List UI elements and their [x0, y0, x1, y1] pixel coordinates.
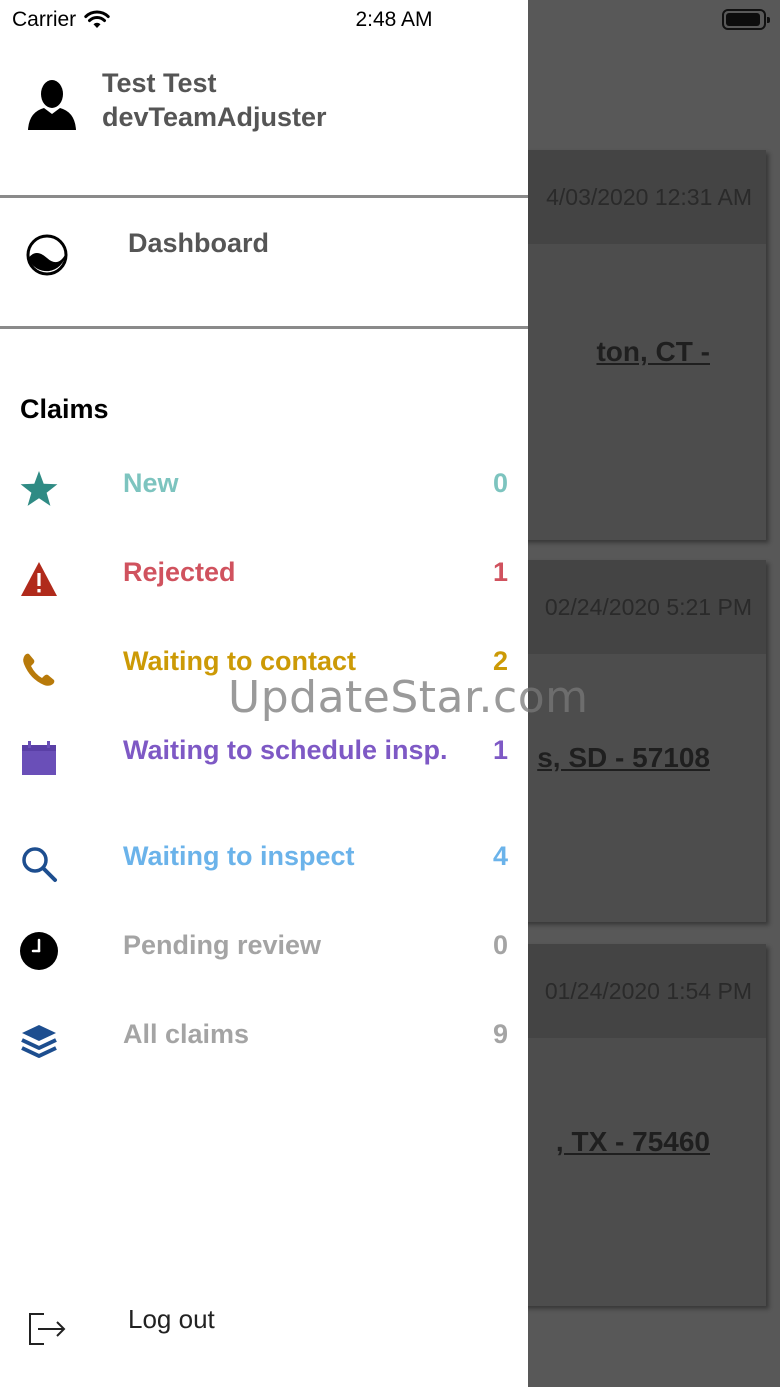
logout-icon [29, 1313, 66, 1345]
menu-label: Rejected [123, 557, 236, 587]
layers-icon [21, 1025, 57, 1058]
menu-item-waiting-to-schedule[interactable]: Waiting to schedule insp. 1 [0, 733, 528, 833]
menu-count: 2 [492, 646, 508, 676]
status-time: 2:48 AM [355, 8, 433, 31]
logout-label: Log out [128, 1304, 215, 1334]
clock-icon [20, 932, 58, 970]
menu-label: All claims [123, 1019, 250, 1049]
claim-card-address[interactable]: , TX - 75460 [556, 1126, 710, 1158]
claim-card-address[interactable]: s, SD - 57108 [537, 742, 710, 774]
star-icon [20, 471, 58, 506]
dashboard-label: Dashboard [128, 228, 270, 258]
menu-count: 1 [492, 557, 508, 587]
menu-count: 9 [492, 1019, 508, 1049]
phone-icon [23, 653, 55, 686]
warning-icon [21, 562, 57, 596]
divider [0, 195, 528, 198]
calendar-icon [22, 741, 56, 775]
menu-label: Pending review [123, 930, 322, 960]
menu-item-all-claims[interactable]: All claims 9 [0, 1017, 528, 1097]
divider [0, 326, 528, 329]
menu-item-rejected[interactable]: Rejected 1 [0, 555, 528, 635]
menu-count: 1 [492, 735, 508, 765]
logout-button[interactable]: Log out [0, 1300, 528, 1360]
claim-card-address[interactable]: ton, CT - [596, 336, 710, 368]
battery-icon [722, 9, 770, 30]
menu-label: Waiting to inspect [123, 841, 355, 871]
menu-item-waiting-to-inspect[interactable]: Waiting to inspect 4 [0, 839, 528, 919]
menu-count: 4 [492, 841, 508, 871]
menu-item-pending-review[interactable]: Pending review 0 [0, 928, 528, 1008]
dashboard-menu-item[interactable]: Dashboard [0, 200, 528, 328]
search-icon [22, 847, 57, 882]
menu-count: 0 [492, 930, 508, 960]
claims-section-title: Claims [20, 394, 109, 424]
menu-label: Waiting to schedule insp. [123, 735, 448, 765]
menu-item-new[interactable]: New 0 [0, 466, 528, 546]
user-name: Test Test [102, 68, 217, 98]
menu-count: 0 [492, 468, 508, 498]
dashboard-icon [26, 234, 68, 276]
user-avatar-icon [28, 80, 76, 130]
menu-item-waiting-to-contact[interactable]: Waiting to contact 2 [0, 644, 528, 724]
menu-label: New [123, 468, 179, 498]
user-role: devTeamAdjuster [102, 102, 327, 132]
user-profile[interactable]: Test Test devTeamAdjuster [0, 60, 528, 160]
menu-label: Waiting to contact [123, 646, 356, 676]
side-menu-drawer: Carrier 2:48 AM Test Test devTeamAdjuste… [0, 0, 528, 1387]
